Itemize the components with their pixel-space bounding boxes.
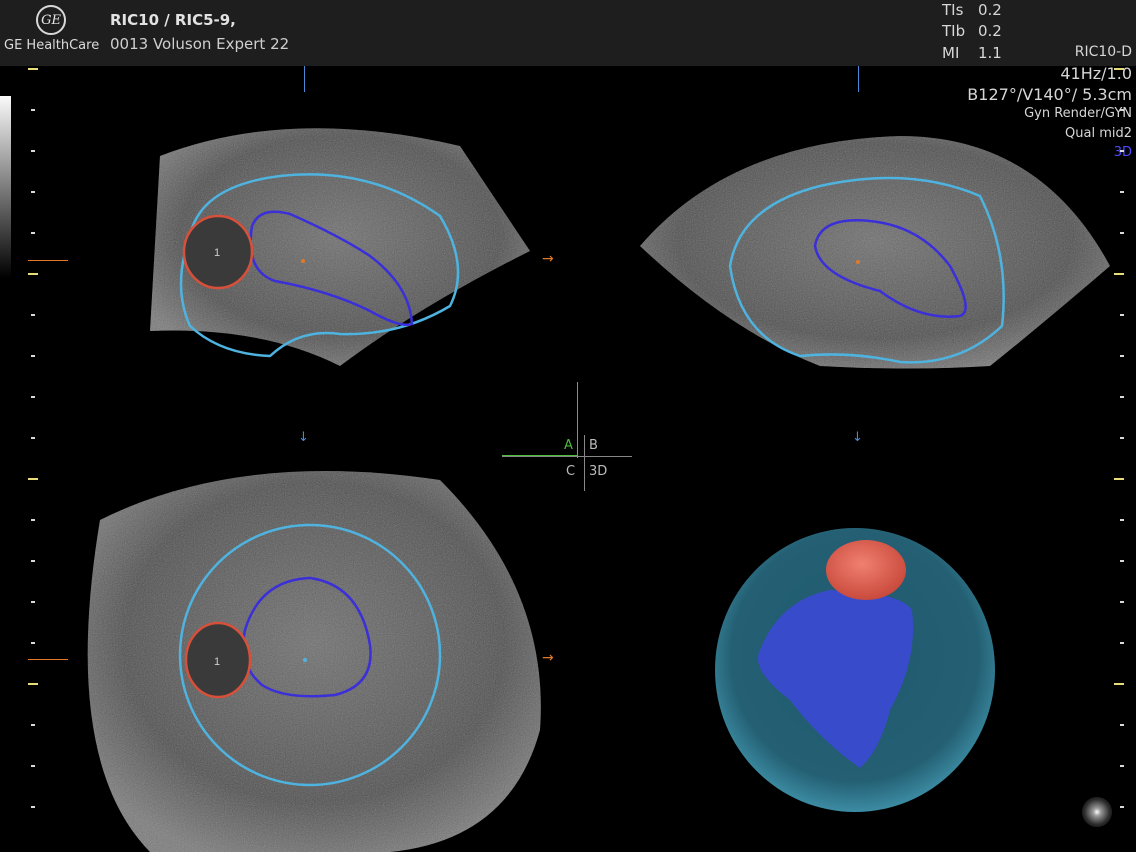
depth-tick — [31, 765, 35, 767]
pane-c-lesion-marker: 1 — [214, 656, 220, 668]
depth-tick — [31, 806, 35, 808]
probe-label: RIC10 / RIC5-9, — [110, 11, 236, 29]
pane-b-transverse[interactable] — [620, 66, 1130, 386]
depth-tick — [1120, 724, 1124, 726]
depth-tick — [28, 478, 38, 480]
depth-tick — [28, 683, 38, 685]
depth-tick — [28, 273, 38, 275]
depth-tick — [31, 396, 35, 398]
depth-tick — [1120, 437, 1124, 439]
depth-tick — [31, 642, 35, 644]
depth-tick — [1120, 642, 1124, 644]
pane-b-top-marker — [858, 66, 859, 92]
device-label: 0013 Voluson Expert 22 — [110, 35, 290, 53]
quad-a-tab[interactable]: A — [564, 438, 573, 453]
depth-tick — [1120, 396, 1124, 398]
index-tis: TIs 0.2 — [942, 1, 1002, 19]
depth-tick — [31, 191, 35, 193]
depth-tick — [1120, 601, 1124, 603]
depth-tick — [28, 68, 38, 70]
mode-label: RIC10-D — [1074, 44, 1132, 60]
pane-b-center-dot — [856, 260, 860, 264]
depth-tick — [1120, 560, 1124, 562]
pane-b-speckle — [640, 136, 1110, 369]
depth-tick — [31, 232, 35, 234]
depth-tick — [1120, 519, 1124, 521]
depth-tick — [1120, 806, 1124, 808]
index-tib: TIb 0.2 — [942, 22, 1002, 40]
pane-c-left-marker — [28, 659, 68, 660]
depth-tick — [31, 109, 35, 111]
depth-tick — [31, 314, 35, 316]
depth-tick — [31, 519, 35, 521]
gray-scale-bar — [0, 96, 11, 278]
quad-h-line — [502, 456, 632, 457]
light-source-icon[interactable] — [1082, 797, 1112, 827]
pane-c-down-arrow-icon: ↓ — [298, 430, 309, 445]
quad-v-line — [584, 435, 585, 491]
pane-a-top-marker — [304, 66, 305, 92]
depth-tick — [31, 437, 35, 439]
brand-name: GE HealthCare — [4, 38, 100, 53]
pane-a-sagittal[interactable]: 1 — [40, 66, 560, 386]
pane-c-speckle — [87, 471, 541, 852]
quad-h-line-a — [502, 455, 578, 456]
depth-tick — [31, 601, 35, 603]
depth-scale-left — [28, 66, 38, 852]
3d-lesion-volume — [826, 540, 906, 600]
pane-c-right-arrow-icon: → — [542, 650, 554, 666]
header-bar: GE GE HealthCare RIC10 / RIC5-9, 0013 Vo… — [0, 0, 1136, 66]
pane-c-center-dot — [303, 658, 307, 662]
ge-logo-icon: GE — [36, 5, 66, 35]
quad-3d-tab[interactable]: 3D — [589, 464, 607, 479]
pane-3d-render[interactable] — [700, 510, 1010, 820]
depth-tick — [31, 150, 35, 152]
pane-d-down-arrow-icon: ↓ — [852, 430, 863, 445]
depth-tick — [1120, 765, 1124, 767]
depth-tick — [1114, 683, 1124, 685]
depth-tick — [31, 560, 35, 562]
quad-c-tab[interactable]: C — [566, 464, 575, 479]
quadrant-selector[interactable]: A B C 3D — [500, 380, 660, 500]
pane-c-coronal[interactable]: 1 — [40, 460, 560, 852]
depth-tick — [31, 355, 35, 357]
pane-a-right-arrow-icon: → — [542, 251, 554, 267]
quad-v-line-a — [577, 382, 578, 458]
pane-a-center-dot — [301, 259, 305, 263]
pane-a-left-marker — [28, 260, 68, 261]
index-mi: MI 1.1 — [942, 44, 1002, 62]
quad-b-tab[interactable]: B — [589, 438, 598, 453]
depth-tick — [1114, 478, 1124, 480]
pane-a-lesion-marker: 1 — [214, 247, 220, 259]
depth-tick — [31, 724, 35, 726]
